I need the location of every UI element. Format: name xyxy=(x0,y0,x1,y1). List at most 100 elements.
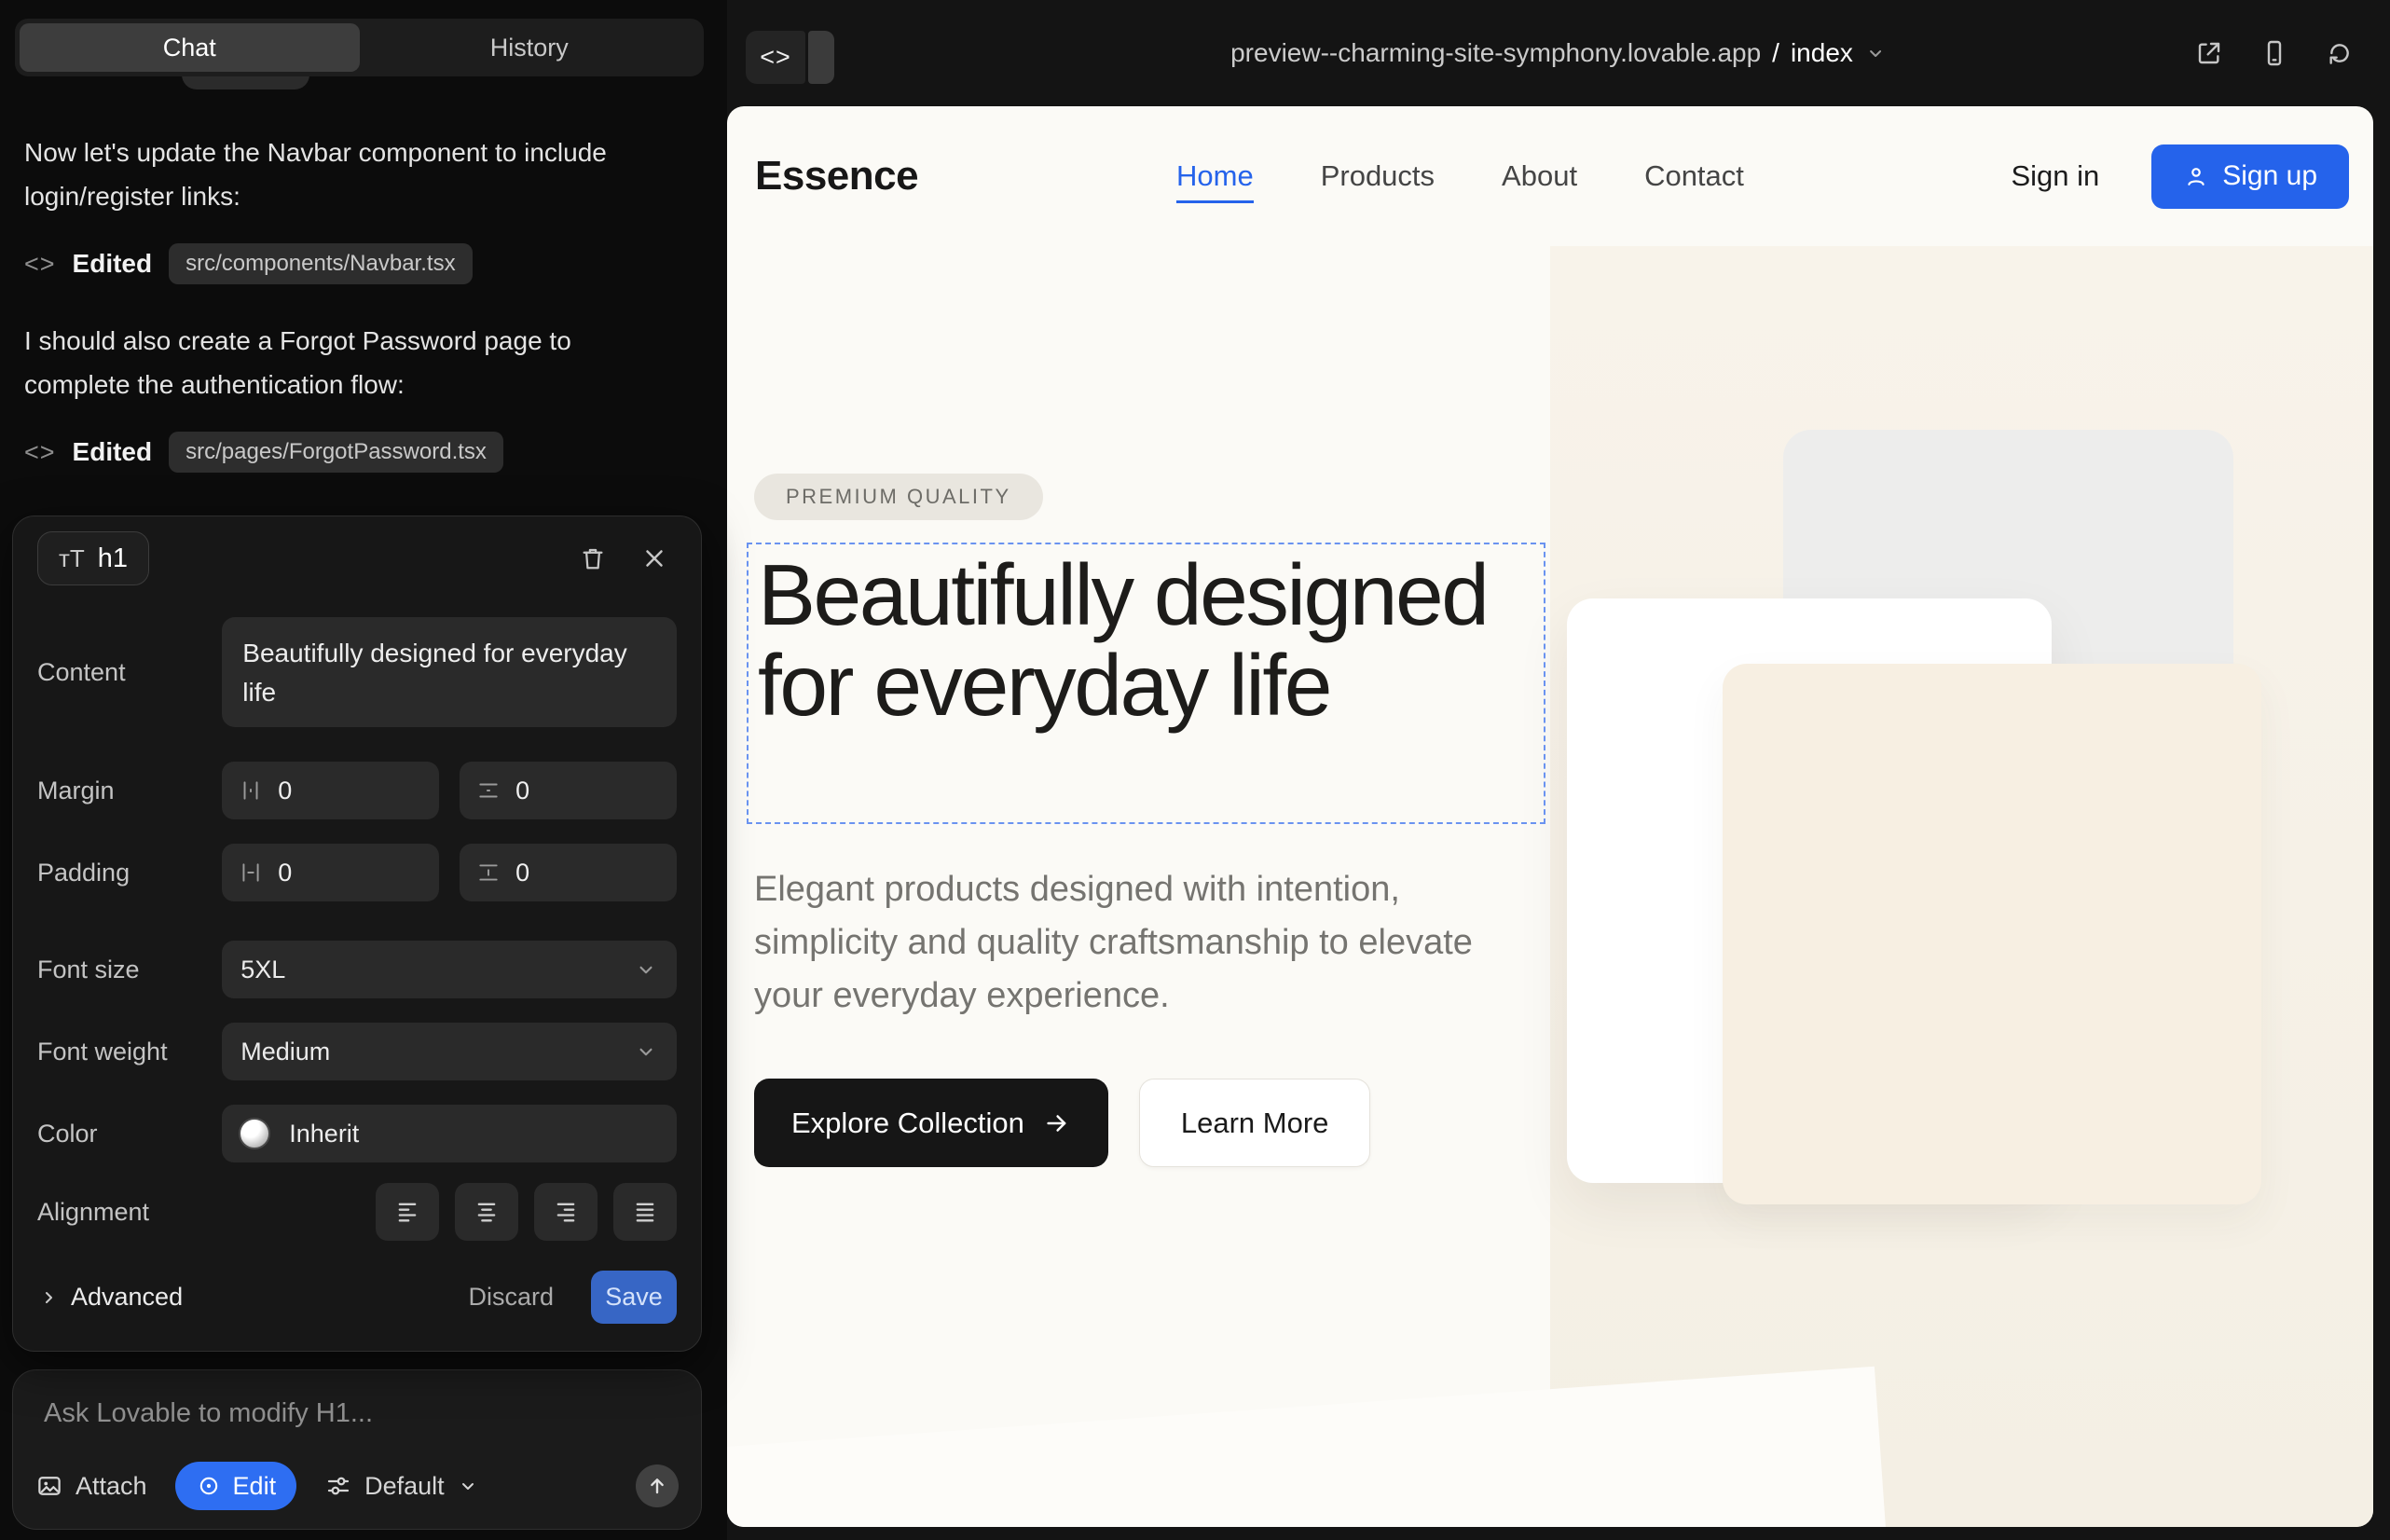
discard-button[interactable]: Discard xyxy=(468,1283,554,1312)
url-bar[interactable]: preview--charming-site-symphony.lovable.… xyxy=(1230,0,1887,106)
align-justify-icon xyxy=(632,1199,658,1225)
close-icon xyxy=(640,544,668,572)
nav-link-contact[interactable]: Contact xyxy=(1644,159,1744,193)
chevron-right-icon xyxy=(37,1286,60,1309)
margin-vertical-input[interactable]: 0 xyxy=(460,762,677,819)
padding-horizontal-input[interactable]: 0 xyxy=(222,844,439,901)
send-button[interactable] xyxy=(636,1464,679,1507)
chat-message: I should also create a Forgot Password p… xyxy=(24,319,639,406)
composer-toolbar: Attach Edit Default xyxy=(35,1462,679,1510)
default-mode-button[interactable]: Default xyxy=(324,1472,479,1501)
margin-row: Margin 0 0 xyxy=(13,762,701,819)
color-swatch xyxy=(239,1118,270,1149)
edited-file-row: <> Edited src/components/Navbar.tsx xyxy=(24,242,473,285)
font-size-row: Font size 5XL xyxy=(13,941,701,998)
preview-pane: <> preview--charming-site-symphony.lovab… xyxy=(727,0,2390,1540)
composer-input[interactable] xyxy=(44,1398,659,1429)
trash-icon xyxy=(579,544,607,572)
open-in-new-button[interactable] xyxy=(2194,38,2224,68)
close-editor-button[interactable] xyxy=(632,536,677,581)
color-select[interactable]: Inherit xyxy=(222,1105,677,1162)
hero-diagonal-shape xyxy=(727,1367,1907,1527)
chevron-down-icon xyxy=(457,1475,479,1497)
edit-mode-button[interactable]: Edit xyxy=(175,1462,297,1510)
file-badge[interactable]: src/components/Navbar.tsx xyxy=(169,243,472,284)
hero-headline[interactable]: Beautifully designed for everyday life xyxy=(758,550,1541,731)
padding-vertical-icon xyxy=(476,860,501,885)
chevron-down-icon xyxy=(1864,42,1887,64)
code-view-button[interactable]: <> xyxy=(746,31,805,84)
margin-horizontal-icon xyxy=(239,778,263,803)
sign-in-link[interactable]: Sign in xyxy=(2011,159,2099,193)
element-tag-label: h1 xyxy=(98,543,128,574)
content-row: Content Beautifully designed for everyda… xyxy=(13,617,701,727)
tab-chat[interactable]: Chat xyxy=(20,23,360,72)
sliders-icon xyxy=(324,1472,352,1500)
site-nav-auth: Sign in Sign up xyxy=(2011,106,2349,246)
delete-element-button[interactable] xyxy=(570,536,615,581)
font-size-select[interactable]: 5XL xyxy=(222,941,677,998)
content-label: Content xyxy=(37,658,222,687)
code-icon: <> xyxy=(24,438,56,467)
file-badge[interactable]: src/pages/ForgotPassword.tsx xyxy=(169,432,503,473)
text-type-icon: тT xyxy=(59,544,85,573)
element-editor-panel: тT h1 Content Beautifully designed for e… xyxy=(12,516,702,1352)
site-brand[interactable]: Essence xyxy=(755,106,918,246)
font-weight-select[interactable]: Medium xyxy=(222,1023,677,1080)
learn-more-button[interactable]: Learn More xyxy=(1139,1079,1371,1167)
code-icon: <> xyxy=(24,250,56,279)
image-icon xyxy=(35,1472,63,1500)
arrow-right-icon xyxy=(1043,1109,1071,1137)
panel-handle[interactable] xyxy=(808,31,834,84)
color-label: Color xyxy=(37,1120,222,1148)
padding-horizontal-icon xyxy=(239,860,263,885)
alignment-row: Alignment xyxy=(13,1183,701,1241)
margin-label: Margin xyxy=(37,777,222,805)
align-left-button[interactable] xyxy=(376,1183,439,1241)
font-weight-row: Font weight Medium xyxy=(13,1023,701,1080)
refresh-button[interactable] xyxy=(2325,38,2355,68)
code-icon: <> xyxy=(760,43,791,72)
sidebar-tabs: Chat History xyxy=(15,19,704,76)
content-input[interactable]: Beautifully designed for everyday life xyxy=(222,617,677,727)
align-right-button[interactable] xyxy=(534,1183,598,1241)
url-host: preview--charming-site-symphony.lovable.… xyxy=(1230,38,1761,68)
color-row: Color Inherit xyxy=(13,1105,701,1162)
padding-vertical-input[interactable]: 0 xyxy=(460,844,677,901)
hero-card-beige xyxy=(1723,664,2261,1204)
quality-badge: PREMIUM QUALITY xyxy=(754,474,1043,520)
edited-file-row: <> Edited src/pages/ForgotPassword.tsx xyxy=(24,431,503,474)
advanced-toggle[interactable]: Advanced xyxy=(37,1283,183,1312)
nav-link-products[interactable]: Products xyxy=(1321,159,1435,193)
sign-up-button[interactable]: Sign up xyxy=(2151,144,2349,209)
align-center-icon xyxy=(474,1199,500,1225)
mobile-view-button[interactable] xyxy=(2260,38,2289,68)
chat-sidebar: Chat History Now let's update the Navbar… xyxy=(0,0,727,1540)
view-toggle: <> xyxy=(746,31,834,84)
chat-message: Now let's update the Navbar component to… xyxy=(24,131,639,218)
hero-cta-row: Explore Collection Learn More xyxy=(754,1079,1370,1167)
chat-composer: Attach Edit Default xyxy=(12,1369,702,1530)
edited-label: Edited xyxy=(73,437,153,467)
align-right-icon xyxy=(553,1199,579,1225)
arrow-up-icon xyxy=(645,1474,669,1498)
user-icon xyxy=(2183,163,2209,189)
margin-vertical-icon xyxy=(476,778,501,803)
align-justify-button[interactable] xyxy=(613,1183,677,1241)
tab-history[interactable]: History xyxy=(360,23,700,72)
save-button[interactable]: Save xyxy=(591,1271,677,1324)
font-size-label: Font size xyxy=(37,956,222,984)
element-tag-pill[interactable]: тT h1 xyxy=(37,531,149,585)
padding-row: Padding 0 0 xyxy=(13,844,701,901)
explore-collection-button[interactable]: Explore Collection xyxy=(754,1079,1108,1167)
site-preview: Essence Home Products About Contact Sign… xyxy=(727,106,2373,1527)
nav-link-about[interactable]: About xyxy=(1502,159,1577,193)
margin-horizontal-input[interactable]: 0 xyxy=(222,762,439,819)
url-page: index xyxy=(1791,38,1853,68)
nav-link-home[interactable]: Home xyxy=(1176,159,1254,203)
url-separator: / xyxy=(1772,38,1779,68)
padding-label: Padding xyxy=(37,859,222,887)
attach-button[interactable]: Attach xyxy=(35,1472,147,1501)
align-center-button[interactable] xyxy=(455,1183,518,1241)
font-weight-label: Font weight xyxy=(37,1038,222,1066)
